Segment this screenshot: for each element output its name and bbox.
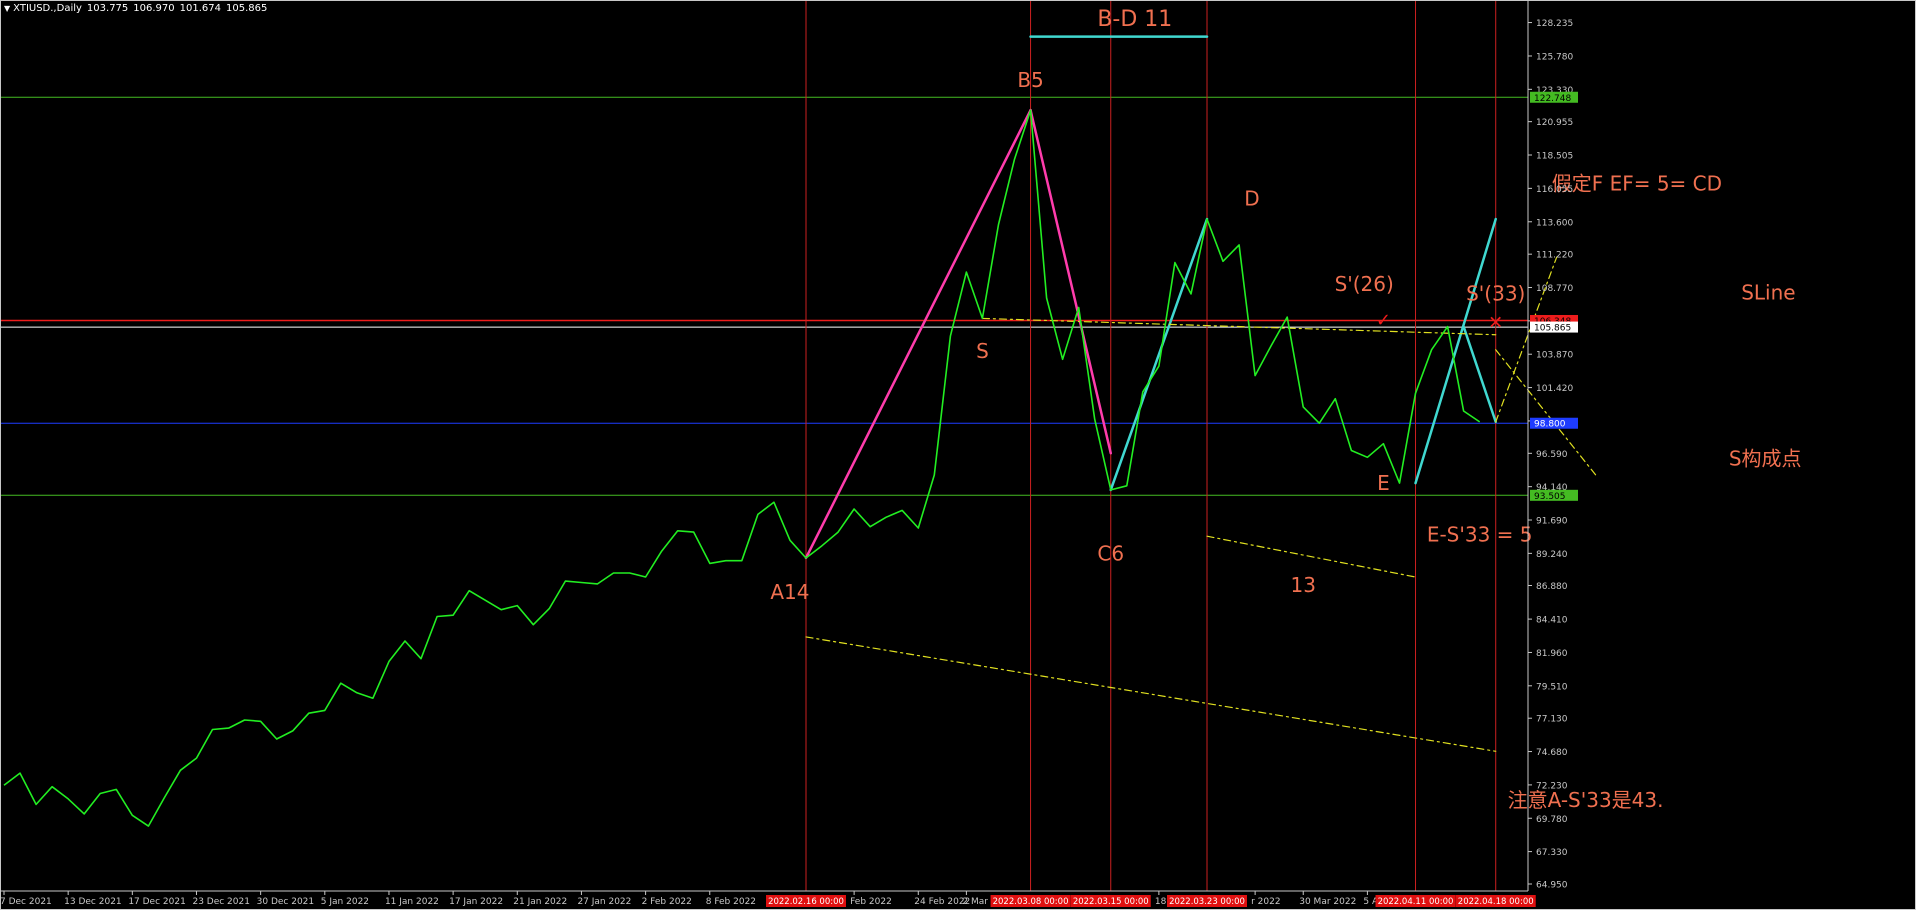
price-tick-label: 67.330	[1536, 848, 1568, 858]
annotations-layer: B-D 11 B5 D S'(26) S'(33) 假定F EF= 5= CD SLine S…	[770, 7, 1801, 812]
price-tick-label: 125.780	[1536, 52, 1573, 62]
price-tag-label: 98.800	[1534, 420, 1566, 430]
price-tick-label: 74.680	[1536, 748, 1568, 758]
horizontal-lines-layer	[1, 96, 1528, 496]
time-highlight-label: 2022.03.15 00:00	[1073, 897, 1149, 907]
time-tick-label: Feb 2022	[850, 897, 892, 907]
time-tick-label: 2 Feb 2022	[642, 897, 692, 907]
price-tick-label: 120.955	[1536, 118, 1573, 128]
price-tick-label: 77.130	[1536, 715, 1568, 725]
price-tick-label: 64.950	[1536, 881, 1568, 891]
marker-symbol: ✕	[1488, 313, 1503, 334]
time-tick-label: 11 Jan 2022	[385, 897, 439, 907]
time-tick-label: 18	[1155, 897, 1167, 907]
trend-line	[804, 108, 1032, 560]
price-tick-label: 69.780	[1536, 815, 1568, 825]
price-tick-label: 118.505	[1536, 152, 1573, 162]
price-tag-label: 105.865	[1534, 324, 1571, 334]
time-tick-label: 23 Dec 2021	[192, 897, 250, 907]
time-highlight-label: 2022.04.18 00:00	[1458, 897, 1534, 907]
price-tick-label: 108.770	[1536, 284, 1573, 294]
price-tick-label: 128.235	[1536, 19, 1573, 29]
annotation-label: 假定F EF= 5= CD	[1552, 171, 1722, 195]
time-highlight-label: 2022.02.16 00:00	[768, 897, 844, 907]
time-tick-label: 5 Jan 2022	[321, 897, 369, 907]
vertical-lines-layer	[805, 1, 1497, 891]
annotation-label: B5	[1017, 68, 1043, 92]
annotation-label: SLine	[1741, 280, 1795, 304]
chart-border	[0, 0, 1916, 910]
price-tick-label: 79.510	[1536, 682, 1568, 692]
annotation-label: E-S'33 = 5	[1427, 523, 1533, 547]
time-tick-label: 30 Mar 2022	[1299, 897, 1356, 907]
time-tick-label: 17 Jan 2022	[449, 897, 503, 907]
time-tick-label: 2 Mar	[962, 897, 988, 907]
price-series-layer	[3, 109, 1481, 827]
trend-line	[805, 636, 1497, 752]
price-tick-label: 113.600	[1536, 218, 1573, 228]
annotation-label: 13	[1291, 573, 1316, 597]
price-line	[3, 109, 1481, 827]
annotation-label: B-D 11	[1097, 7, 1172, 32]
price-tick-label: 101.420	[1536, 384, 1573, 394]
price-tick-label: 96.590	[1536, 450, 1568, 460]
annotation-label: S'(26)	[1335, 272, 1394, 296]
markers-layer: ✓ ✕	[1376, 310, 1503, 334]
trend-line	[1414, 217, 1497, 485]
trend-line	[1462, 325, 1497, 424]
annotation-label: E	[1377, 471, 1390, 495]
trend-lines-layer	[804, 35, 1598, 752]
price-tick-label: 81.960	[1536, 649, 1568, 659]
price-tick-label: 91.690	[1536, 517, 1568, 527]
time-tick-label: 30 Dec 2021	[257, 897, 315, 907]
time-highlight-label: 2022.04.11 00:00	[1378, 897, 1454, 907]
annotation-label: C6	[1097, 542, 1124, 566]
time-tick-label: 27 Jan 2022	[577, 897, 631, 907]
trend-line	[1206, 535, 1417, 578]
annotation-label: S'(33)	[1466, 282, 1525, 306]
time-tick-label: r 2022	[1251, 897, 1280, 907]
annotation-label: D	[1244, 186, 1259, 210]
price-tag-label: 93.505	[1534, 492, 1566, 502]
price-tick-label: 111.220	[1536, 251, 1573, 261]
trend-line	[1029, 108, 1113, 455]
annotation-label: A14	[770, 580, 809, 604]
time-tick-label: 7 Dec 2021	[0, 897, 52, 907]
time-axis[interactable]: 7 Dec 2021 13 Dec 2021 17 Dec 2021 23 Dec 2…	[0, 891, 1536, 907]
annotation-label: S构成点	[1729, 446, 1802, 470]
time-highlight-label: 2022.03.23 00:00	[1169, 897, 1245, 907]
price-tick-label: 86.880	[1536, 582, 1568, 592]
price-tick-label: 103.870	[1536, 351, 1573, 361]
time-tick-label: 13 Dec 2021	[64, 897, 122, 907]
trend-line	[1109, 217, 1209, 492]
marker-symbol: ✓	[1376, 310, 1391, 331]
time-tick-label: 8 Feb 2022	[706, 897, 756, 907]
time-tick-label: 21 Jan 2022	[513, 897, 567, 907]
price-tick-label: 84.410	[1536, 616, 1568, 626]
price-tick-label: 89.240	[1536, 550, 1568, 560]
annotation-label: S	[976, 339, 989, 363]
time-highlight-label: 2022.03.08 00:00	[993, 897, 1069, 907]
chart-frame	[0, 0, 1916, 910]
annotation-label: 注意A-S'33是43.	[1508, 788, 1664, 812]
price-tick-label: 116.055	[1536, 185, 1573, 195]
price-tick-label: 72.230	[1536, 781, 1568, 791]
price-tag-label: 122.748	[1534, 94, 1571, 104]
price-axis[interactable]: 128.235125.780123.330120.955118.505116.0…	[1528, 19, 1578, 891]
price-chart[interactable]: ✓ ✕ B-D 11B5DS'(26) S'(33)假定F EF= 5= CDSLi…	[0, 0, 1916, 910]
time-tick-label: 17 Dec 2021	[128, 897, 186, 907]
